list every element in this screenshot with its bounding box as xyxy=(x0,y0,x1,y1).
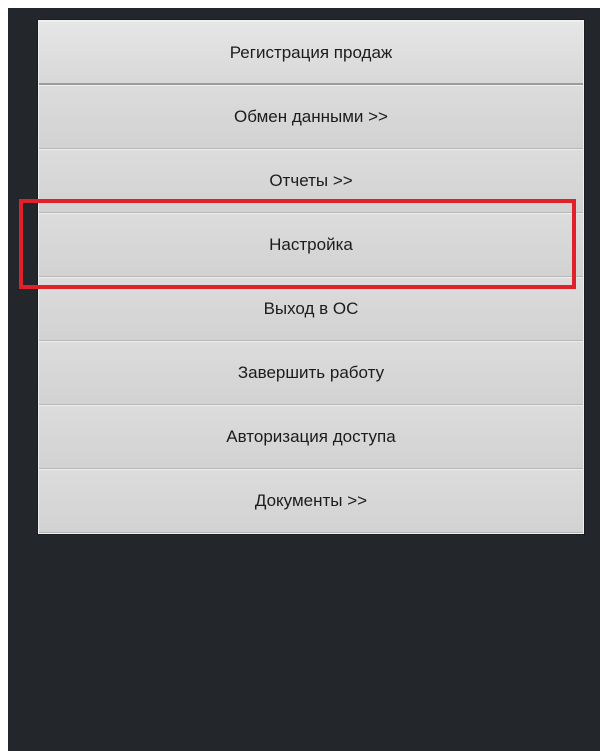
menu-item-label: Настройка xyxy=(269,235,353,254)
menu-item-label: Документы >> xyxy=(254,491,368,510)
menu-item-shutdown[interactable]: Завершить работу xyxy=(39,341,583,405)
menu-item-label: Выход в ОС xyxy=(263,299,359,318)
menu-item-reports[interactable]: Отчеты >> xyxy=(39,149,583,213)
menu-item-data-exchange[interactable]: Обмен данными >> xyxy=(39,85,583,149)
dark-background-panel: Регистрация продаж Обмен данными >> Отче… xyxy=(8,8,600,751)
menu-item-access-authorization[interactable]: Авторизация доступа xyxy=(39,405,583,469)
main-menu: Регистрация продаж Обмен данными >> Отче… xyxy=(38,20,584,534)
menu-item-label: Обмен данными >> xyxy=(234,107,388,126)
menu-item-label: Авторизация доступа xyxy=(226,427,396,446)
menu-item-settings[interactable]: Настройка xyxy=(39,213,583,277)
menu-item-sales-registration[interactable]: Регистрация продаж xyxy=(39,21,583,85)
menu-item-label: Регистрация продаж xyxy=(229,42,393,62)
menu-item-label: Завершить работу xyxy=(237,363,385,382)
menu-item-exit-to-os[interactable]: Выход в ОС xyxy=(39,277,583,341)
menu-item-label: Отчеты >> xyxy=(269,171,353,190)
menu-item-documents[interactable]: Документы >> xyxy=(39,469,583,533)
